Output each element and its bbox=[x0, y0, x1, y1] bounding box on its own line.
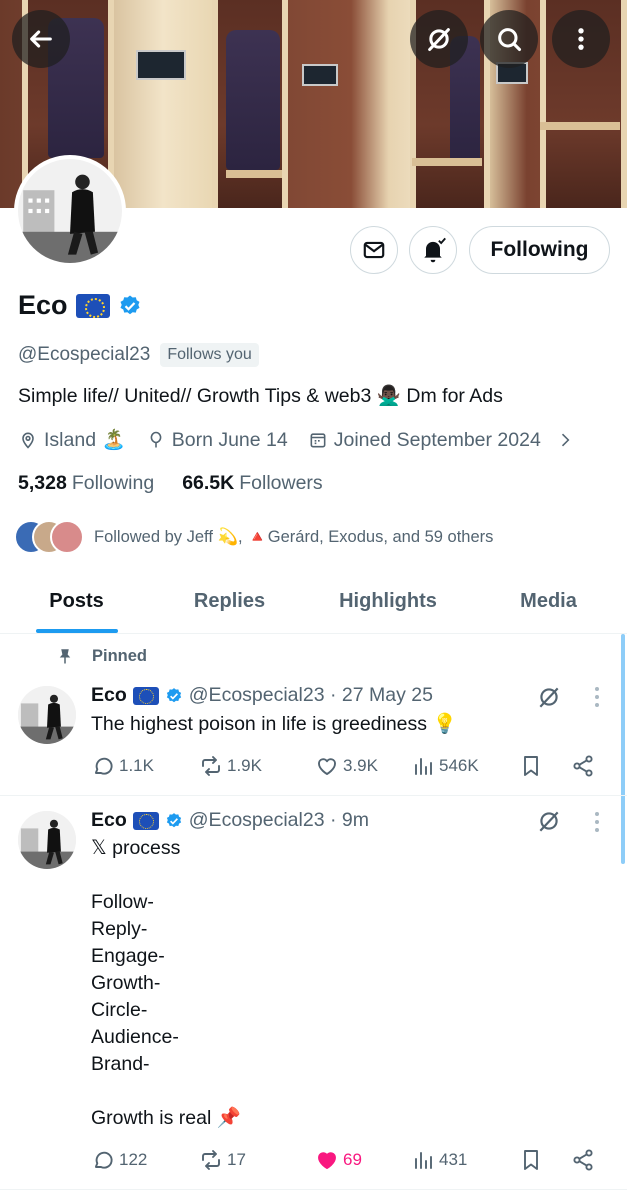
share-button[interactable] bbox=[571, 754, 595, 778]
grok-icon bbox=[425, 25, 453, 53]
arrow-left-icon bbox=[27, 25, 55, 53]
avatar bbox=[50, 520, 84, 554]
heart-filled-icon bbox=[318, 1152, 336, 1169]
tab-indicator bbox=[35, 629, 118, 633]
reply-button[interactable]: 1.1K bbox=[91, 754, 199, 778]
pin-icon bbox=[59, 649, 71, 664]
envelope-icon bbox=[361, 237, 387, 263]
bell-check-icon bbox=[419, 236, 447, 264]
back-button[interactable] bbox=[12, 10, 70, 68]
heart-icon bbox=[318, 758, 336, 775]
followed-by-row[interactable]: Followed by Jeff 💫, 🔺Gerárd, Exodus, and… bbox=[14, 520, 493, 554]
profile-name: Eco bbox=[18, 290, 68, 320]
post-avatar[interactable] bbox=[18, 686, 76, 744]
notifications-button[interactable] bbox=[409, 226, 457, 274]
post-header: Eco @Ecospecial23 · 27 May 25 bbox=[91, 684, 433, 707]
tab-replies[interactable]: Replies bbox=[153, 570, 306, 633]
reply-icon bbox=[95, 1151, 113, 1169]
verified-badge-icon bbox=[120, 295, 140, 314]
post-text: 𝕏 process Follow- Reply- Engage- Growth-… bbox=[91, 837, 241, 1129]
search-button[interactable] bbox=[480, 10, 538, 68]
grok-icon[interactable] bbox=[536, 684, 562, 710]
like-button[interactable]: 3.9K bbox=[315, 754, 411, 778]
eu-flag-icon bbox=[132, 811, 159, 830]
repost-icon bbox=[202, 756, 220, 776]
repost-icon bbox=[202, 1150, 220, 1170]
post-actions: 1.1K 1.9K 3.9K 546K bbox=[91, 754, 611, 778]
more-options-button[interactable] bbox=[552, 10, 610, 68]
bookmark-icon bbox=[524, 1150, 538, 1170]
analytics-icon bbox=[415, 1152, 432, 1169]
message-button[interactable] bbox=[350, 226, 398, 274]
followers-count-link[interactable]: 66.5K Followers bbox=[182, 472, 322, 495]
chevron-right-icon bbox=[561, 433, 570, 447]
handle-row: @Ecospecial23 Follows you bbox=[18, 343, 259, 367]
post-actions: 122 17 69 431 bbox=[91, 1148, 611, 1172]
balloon-icon bbox=[150, 431, 162, 448]
following-count-link[interactable]: 5,328 Following bbox=[18, 472, 154, 495]
share-button[interactable] bbox=[571, 1148, 595, 1172]
tab-highlights[interactable]: Highlights bbox=[306, 570, 470, 633]
search-icon bbox=[495, 25, 523, 53]
post-avatar[interactable] bbox=[18, 811, 76, 869]
tab-posts[interactable]: Posts bbox=[0, 570, 153, 633]
profile-meta: Island 🏝️ Born June 14 Joined September … bbox=[18, 428, 595, 452]
grok-button[interactable] bbox=[410, 10, 468, 68]
post-header: Eco @Ecospecial23 · 9m bbox=[91, 809, 369, 832]
verified-badge-icon bbox=[166, 687, 181, 702]
repost-button[interactable]: 1.9K bbox=[199, 754, 315, 778]
eu-flag-icon bbox=[75, 293, 110, 318]
repost-button[interactable]: 17 bbox=[199, 1148, 315, 1172]
post-handle-time: @Ecospecial23 · 9m bbox=[188, 809, 369, 831]
analytics-icon bbox=[415, 758, 432, 775]
location-pin-icon bbox=[22, 432, 34, 449]
post-text: The highest poison in life is greediness… bbox=[91, 713, 457, 735]
location: Island 🏝️ bbox=[18, 428, 126, 452]
more-vertical-icon bbox=[567, 25, 595, 53]
follow-counts: 5,328 Following 66.5K Followers bbox=[18, 472, 323, 495]
pinned-label: Pinned bbox=[56, 646, 147, 666]
tab-media[interactable]: Media bbox=[470, 570, 627, 633]
share-icon bbox=[573, 1149, 593, 1171]
reply-button[interactable]: 122 bbox=[91, 1148, 199, 1172]
views-button[interactable]: 431 bbox=[411, 1148, 519, 1172]
calendar-icon bbox=[310, 433, 326, 448]
post-handle-time: @Ecospecial23 · 27 May 25 bbox=[188, 684, 433, 706]
post-author-name[interactable]: Eco bbox=[91, 684, 127, 707]
birthday: Born June 14 bbox=[146, 429, 288, 452]
profile-bio: Simple life// United// Growth Tips & web… bbox=[18, 385, 503, 407]
like-button[interactable]: 69 bbox=[315, 1148, 411, 1172]
grok-icon[interactable] bbox=[536, 808, 562, 834]
profile-avatar[interactable] bbox=[14, 155, 126, 267]
more-vertical-icon[interactable] bbox=[594, 686, 600, 708]
eu-flag-icon bbox=[132, 686, 159, 705]
bookmark-icon bbox=[524, 756, 538, 776]
reply-icon bbox=[95, 757, 113, 775]
follows-you-badge: Follows you bbox=[160, 343, 259, 367]
followed-by-text: Followed by Jeff 💫, 🔺Gerárd, Exodus, and… bbox=[94, 527, 494, 546]
share-icon bbox=[573, 755, 593, 777]
bookmark-button[interactable] bbox=[519, 1148, 571, 1172]
more-vertical-icon[interactable] bbox=[594, 811, 600, 833]
post-author-name[interactable]: Eco bbox=[91, 809, 127, 832]
profile-handle: @Ecospecial23 bbox=[18, 344, 151, 365]
bookmark-button[interactable] bbox=[519, 754, 571, 778]
profile-tabs: Posts Replies Highlights Media bbox=[0, 570, 627, 634]
joined-date[interactable]: Joined September 2024 bbox=[308, 429, 575, 452]
following-button[interactable]: Following bbox=[469, 226, 610, 274]
profile-name-row: Eco bbox=[18, 290, 142, 321]
verified-badge-icon bbox=[166, 812, 181, 827]
views-button[interactable]: 546K bbox=[411, 754, 519, 778]
